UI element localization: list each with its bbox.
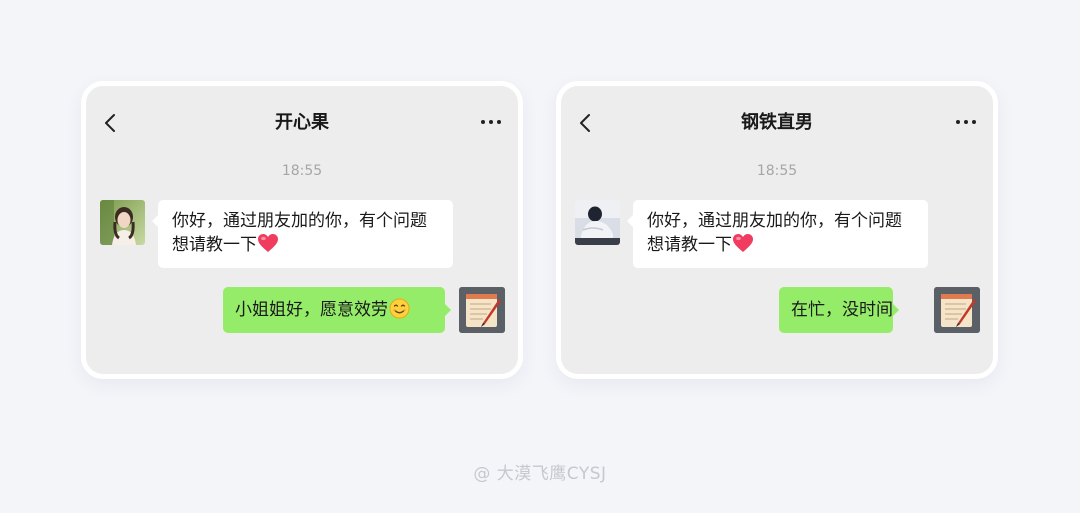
- heart-icon: [732, 233, 754, 260]
- incoming-message-text: 你好，通过朋友加的你，有个问题想请教一下: [647, 211, 902, 255]
- avatar-girl-photo[interactable]: [100, 200, 145, 245]
- avatar-person-at-desk-photo[interactable]: [575, 200, 620, 245]
- chat-header: 开心果: [86, 86, 518, 158]
- more-dots-icon[interactable]: [481, 117, 503, 127]
- smile-icon: [389, 291, 410, 337]
- incoming-message-bubble[interactable]: 你好，通过朋友加的你，有个问题想请教一下: [152, 200, 453, 268]
- chat-header: 钢铁直男: [561, 86, 993, 158]
- chat-card-right: 钢铁直男 18:55 你好，通过朋友加的你，有个问题想请教一下 在忙，没时间: [556, 81, 998, 379]
- outgoing-message-bubble[interactable]: 在忙，没时间: [779, 287, 899, 333]
- incoming-message-text: 你好，通过朋友加的你，有个问题想请教一下: [172, 211, 427, 255]
- incoming-message-bubble[interactable]: 你好，通过朋友加的你，有个问题想请教一下: [627, 200, 928, 268]
- message-timestamp: 18:55: [756, 163, 798, 179]
- chat-card-left: 开心果 18:55 你好，通过朋友加的你，有个问题想请教一下 小姐姐好，愿意效劳: [81, 81, 523, 379]
- heart-icon: [257, 233, 279, 260]
- watermark: @ 大漠飞鹰CYSJ: [473, 464, 607, 484]
- more-dots-icon[interactable]: [956, 117, 978, 127]
- outgoing-message-text: 小姐姐好，愿意效劳: [235, 300, 388, 320]
- chat-title: 钢铁直男: [741, 112, 813, 133]
- outgoing-message-bubble[interactable]: 小姐姐好，愿意效劳: [223, 287, 451, 333]
- notepad-pencil-avatar[interactable]: [934, 287, 980, 333]
- notepad-pencil-avatar[interactable]: [459, 287, 505, 333]
- outgoing-message-text: 在忙，没时间: [791, 300, 893, 320]
- chat-title: 开心果: [275, 112, 329, 133]
- message-timestamp: 18:55: [281, 163, 323, 179]
